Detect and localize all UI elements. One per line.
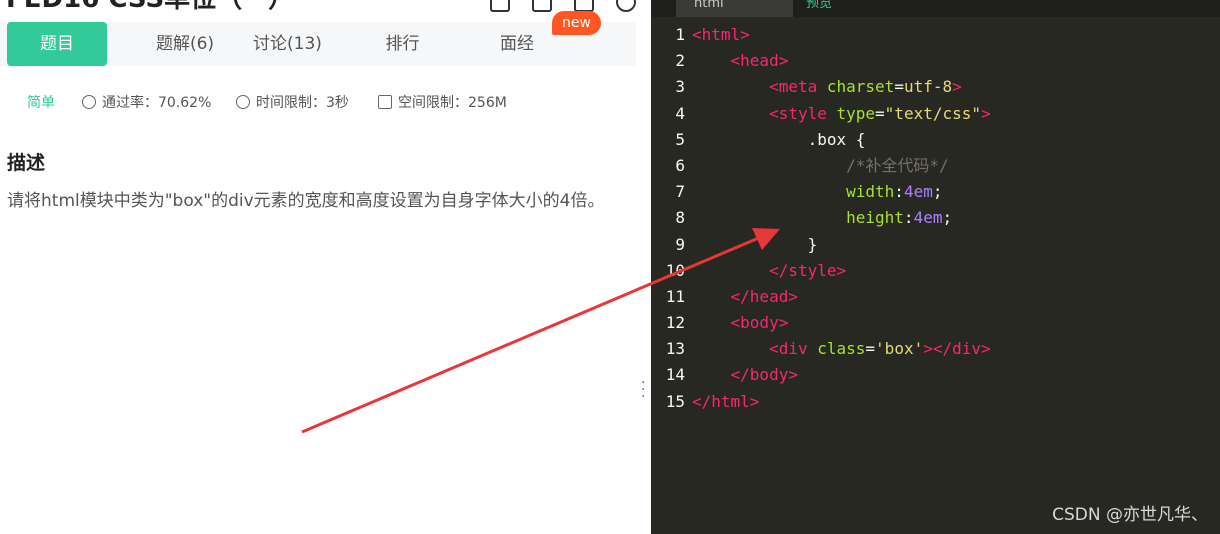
- line-number: 11: [665, 286, 685, 306]
- line-number: 4: [675, 103, 685, 123]
- check-circle-icon: [82, 95, 96, 109]
- code-line: 3 <meta charset=utf-8>: [651, 74, 961, 100]
- bookmark-icon[interactable]: [490, 0, 510, 12]
- time-limit: 时间限制：3秒: [236, 92, 349, 112]
- code-line: 6 /*补全代码*/: [651, 153, 948, 179]
- pass-rate-text: 通过率：70.62%: [102, 95, 212, 111]
- code-line: 15 </html>: [651, 389, 760, 415]
- code-line: 14 </body>: [651, 362, 798, 388]
- line-number: 2: [675, 51, 685, 71]
- code-line: 13 <div class='box'></div>: [651, 336, 991, 362]
- problem-title: FED16 CSS单位（一）: [6, 0, 294, 15]
- line-number: 7: [675, 182, 685, 202]
- editor-toolbar: html 预览: [651, 0, 1220, 17]
- code-line: 5 .box {: [651, 127, 865, 153]
- tab-discussion[interactable]: 讨论(13): [225, 22, 350, 66]
- description-text: 请将html模块中类为"box"的div元素的宽度和高度设置为自身字体大小的4倍…: [7, 191, 605, 211]
- line-number: 15: [665, 391, 685, 411]
- editor-tab-preview[interactable]: 预览: [806, 0, 832, 10]
- line-number: 3: [675, 77, 685, 97]
- code-line: 11 </head>: [651, 284, 798, 310]
- line-number: 5: [675, 129, 685, 149]
- difficulty-label: 简单: [27, 95, 55, 111]
- editor-tab-html[interactable]: html: [676, 0, 793, 17]
- code-line: 7 width:4em;: [651, 179, 942, 205]
- line-number: 10: [665, 260, 685, 280]
- description-heading: 描述: [7, 152, 46, 174]
- tab-problem[interactable]: 题目: [7, 22, 107, 66]
- clock-icon: [236, 95, 250, 109]
- line-number: 8: [675, 208, 685, 228]
- star-icon[interactable]: [532, 0, 552, 12]
- space-limit: 空间限制：256M: [378, 92, 507, 112]
- time-limit-text: 时间限制：3秒: [256, 95, 349, 111]
- code-line: 9 }: [651, 232, 817, 258]
- help-icon[interactable]: [616, 0, 636, 12]
- line-number: 13: [665, 339, 685, 359]
- new-badge: new: [552, 11, 601, 35]
- code-editor[interactable]: html 预览 1 <html> 2 <head> 3 <meta charset…: [651, 0, 1220, 534]
- tab-ranking[interactable]: 排行: [360, 22, 445, 66]
- space-limit-text: 空间限制：256M: [398, 95, 507, 111]
- code-line: 12 <body>: [651, 310, 789, 336]
- pass-rate: 通过率：70.62%: [82, 92, 211, 112]
- code-line: 2 <head>: [651, 48, 788, 74]
- line-number: 12: [665, 313, 685, 333]
- line-number: 6: [675, 155, 685, 175]
- code-area[interactable]: 1 <html> 2 <head> 3 <meta charset=utf-8> …: [651, 22, 991, 415]
- csdn-watermark: CSDN @亦世凡华、: [1052, 505, 1208, 525]
- line-number: 9: [675, 234, 685, 254]
- problem-panel: FED16 CSS单位（一） 题目 题解(6) 讨论(13) 排行 面经 new…: [0, 0, 636, 534]
- tab-interview[interactable]: 面经: [477, 22, 557, 66]
- code-line: 4 <style type="text/css">: [651, 101, 990, 127]
- problem-tabs: 题目 题解(6) 讨论(13) 排行 面经: [0, 22, 636, 66]
- panel-divider[interactable]: [636, 0, 651, 534]
- code-line: 1 <html>: [651, 22, 749, 48]
- line-number: 1: [675, 25, 685, 44]
- chip-icon: [378, 95, 392, 109]
- drag-handle-icon[interactable]: · · ·: [641, 376, 645, 404]
- code-line: 10 </style>: [651, 258, 846, 284]
- code-line: 8 height:4em;: [651, 205, 952, 231]
- line-number: 14: [665, 365, 685, 385]
